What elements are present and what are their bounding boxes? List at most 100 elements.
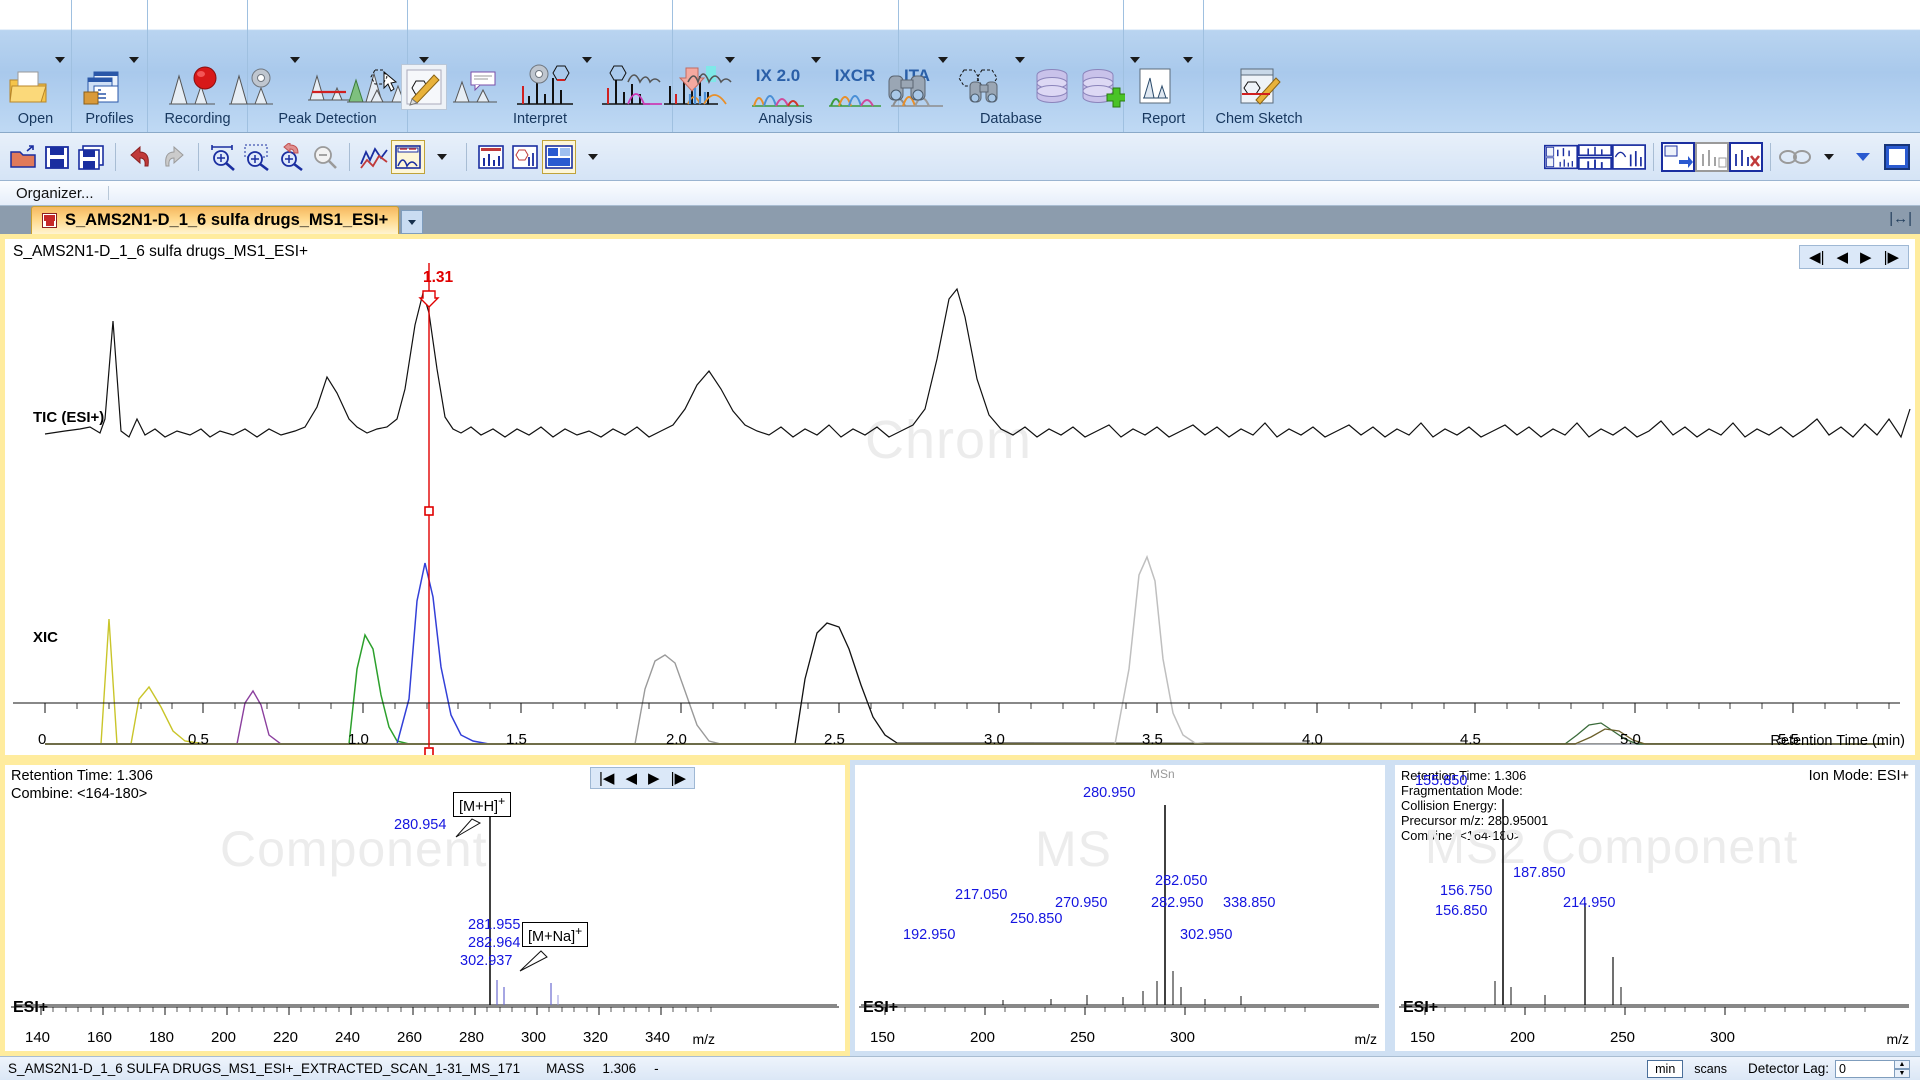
undo-icon[interactable] (123, 140, 157, 174)
zoom-out-icon[interactable] (308, 140, 342, 174)
ribbon-label-peak-detection: Peak Detection (278, 110, 377, 127)
stacked-spectra-icon[interactable] (1578, 140, 1612, 174)
save-icon[interactable] (40, 140, 74, 174)
tab-fit-width-icon[interactable]: |↔| (1889, 210, 1912, 227)
analysis-dropdown-icon[interactable] (811, 57, 821, 64)
layout-dropdown-icon[interactable] (576, 140, 610, 174)
ms2-x-tick-labels: 150 200 250 300 m/z (1395, 1029, 1915, 1049)
ixcr-text: IXCR (834, 65, 876, 85)
spectrum-view-icon[interactable] (474, 140, 508, 174)
open-file-icon[interactable] (6, 140, 40, 174)
ix20-label-icon[interactable]: IX 2.0 (748, 65, 808, 110)
zoom-undo-icon[interactable] (274, 140, 308, 174)
annotate-icon[interactable] (449, 64, 509, 110)
ribbon-label-interpret: Interpret (513, 110, 567, 127)
xtick-0: 0 (38, 731, 47, 748)
export-right-icon[interactable] (1661, 140, 1695, 174)
spectrum-settings-icon[interactable] (511, 62, 579, 110)
interpret-dropdown-icon[interactable] (582, 57, 592, 64)
folder-open-icon[interactable] (4, 66, 52, 110)
ribbon-label-database: Database (979, 110, 1043, 127)
xtick-7: 3.5 (1142, 731, 1163, 748)
peak-detection-settings-icon[interactable] (225, 64, 287, 110)
structure-edit-icon[interactable] (401, 63, 447, 110)
ms-x-axis (859, 1006, 1379, 1015)
ms-peak-label-192950: 192.950 (903, 927, 956, 943)
ms-peak-label-338850: 338.850 (1223, 895, 1276, 911)
database-add-icon[interactable] (1077, 64, 1127, 110)
peak-detection-dropdown-icon[interactable] (289, 57, 300, 64)
dataset-icon (42, 213, 57, 228)
secondary-toolbar (0, 133, 1920, 181)
zoom-box-icon[interactable] (240, 140, 274, 174)
open-dropdown-icon[interactable] (55, 57, 65, 64)
component-panel[interactable]: Retention Time: 1.306 Combine: <164-180>… (0, 760, 850, 1056)
link-dropdown-icon[interactable] (1812, 140, 1846, 174)
tab-active-dataset[interactable]: S_AMS2N1-D_1_6 sulfa drugs_MS1_ESI+ (31, 206, 400, 234)
chrom-view-icon[interactable] (391, 139, 425, 174)
chromatogram-x-axis (13, 702, 1900, 713)
export-spectrum-icon[interactable] (1695, 140, 1729, 174)
save-all-icon[interactable] (74, 140, 108, 174)
ms2-peak-label-156850: 156.850 (1435, 903, 1488, 919)
chemsketch-icon[interactable] (1234, 64, 1284, 110)
component-spectra-icon[interactable] (1612, 140, 1646, 174)
spinner-up-icon[interactable]: ▲ (1894, 1059, 1910, 1069)
status-mass-value: 1.306 (602, 1061, 637, 1076)
report-dropdown-icon[interactable] (1183, 57, 1193, 64)
report-icon[interactable] (1132, 64, 1180, 110)
ms-xtick-2: 250 (1070, 1029, 1096, 1046)
ixcr-icon[interactable]: IXCR (825, 65, 885, 110)
chrom-view-dropdown-icon[interactable] (425, 140, 459, 174)
export-delete-icon[interactable] (1729, 140, 1763, 174)
tab-list-dropdown-icon[interactable] (401, 210, 424, 234)
organizer-separator (107, 186, 109, 200)
organizer-menu[interactable]: Organizer... (0, 185, 94, 202)
unit-scans-button[interactable]: scans (1687, 1061, 1734, 1077)
spinner-down-icon[interactable]: ▼ (1894, 1068, 1910, 1078)
database-search-dropdown-icon[interactable] (937, 57, 948, 64)
status-dash: - (654, 1061, 659, 1076)
ms-x-tick-labels: 150 200 250 300 m/z (855, 1029, 1385, 1049)
chrom-compare-icon[interactable] (624, 62, 682, 110)
structure-search-icon[interactable] (952, 64, 1012, 110)
profiles-icon[interactable] (78, 66, 126, 110)
ribbon-group-open: Open (0, 0, 72, 132)
recording-icon[interactable] (165, 64, 231, 110)
redo-icon[interactable] (157, 140, 191, 174)
spectrum-structure-icon[interactable] (508, 140, 542, 174)
maximize-pane-icon[interactable] (1880, 140, 1914, 174)
ms-peak-label-217050: 217.050 (955, 887, 1008, 903)
multi-pane-layout-icon[interactable] (1544, 140, 1578, 174)
trace-overlay-icon[interactable] (357, 140, 391, 174)
xtick-6: 3.0 (984, 731, 1005, 748)
component-callout-mh: [M+H]+ (453, 792, 512, 817)
chromatogram-panel[interactable]: S_AMS2N1-D_1_6 sulfa drugs_MS1_ESI+ Chro… (0, 234, 1920, 760)
comp-xtick-1: 160 (87, 1029, 113, 1046)
ms2-component-panel[interactable]: Retention Time: 1.306 Fragmentation Mode… (1390, 760, 1920, 1056)
unit-min-button[interactable]: min (1647, 1059, 1684, 1078)
status-mass-label: MASS (546, 1061, 585, 1076)
xtick-3: 1.5 (506, 731, 527, 748)
panel-dropdown-icon[interactable] (1846, 140, 1880, 174)
xtick-1: 0.5 (188, 731, 209, 748)
ix20-icon[interactable] (684, 62, 746, 110)
database-icon[interactable] (1029, 64, 1075, 110)
ms2-spectrum (1401, 799, 1909, 1006)
ms2-xtick-0: 150 (1410, 1029, 1436, 1046)
link-traces-icon[interactable] (1778, 140, 1812, 174)
ribbon-group-analysis: IX 2.0 IXCR ITA Analysis (627, 0, 943, 132)
detector-lag-spinner[interactable]: ▲ ▼ (1894, 1059, 1910, 1078)
profiles-dropdown-icon[interactable] (129, 57, 139, 64)
xtick-8: 4.0 (1302, 731, 1323, 748)
component-spectrum (15, 808, 837, 1006)
status-bar: S_AMS2N1-D_1_6 SULFA DRUGS_MS1_ESI+_EXTR… (0, 1056, 1920, 1080)
structure-peak-icon[interactable] (343, 64, 399, 110)
structure-search-dropdown-icon[interactable] (1014, 57, 1025, 64)
zoom-horizontal-icon[interactable] (206, 140, 240, 174)
ms-panel[interactable]: MS MSn ESI+ 280.950 282.050 282.950 338. (850, 760, 1390, 1056)
search-binoculars-icon[interactable] (881, 64, 935, 110)
component-callout-mna: [M+Na]+ (522, 922, 589, 947)
layout-view-icon[interactable] (542, 139, 576, 174)
detector-lag-input[interactable]: 0 (1835, 1059, 1895, 1078)
